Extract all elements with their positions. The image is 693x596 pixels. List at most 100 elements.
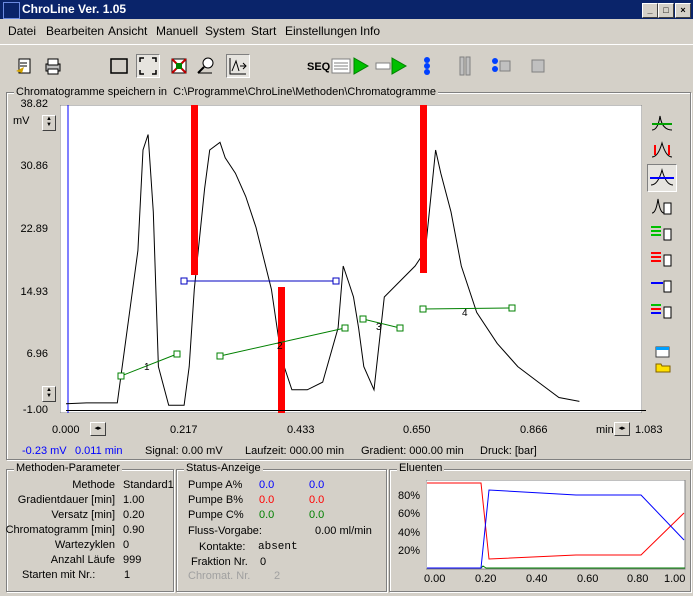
x-tick-label: 1.083 <box>635 424 663 436</box>
peak-delete-icon[interactable] <box>650 195 674 217</box>
chromat-value: 2 <box>274 570 281 582</box>
pump-value-actual: 0.0 <box>259 509 275 521</box>
menu-ansicht[interactable]: Ansicht <box>108 24 147 38</box>
menu-start[interactable]: Start <box>251 24 276 38</box>
pause-icon[interactable] <box>457 55 473 77</box>
blue-line-delete-icon[interactable] <box>650 273 674 295</box>
x-tick-label: 0.866 <box>520 424 548 436</box>
close-button[interactable]: × <box>675 3 691 18</box>
start-run-icon[interactable] <box>374 55 408 77</box>
x-unit-label: min <box>596 424 614 436</box>
pump-label: Pumpe C% <box>188 509 244 521</box>
peak-width-handle <box>180 277 188 285</box>
y-max-spinner[interactable]: ▲ ▼ <box>42 115 56 131</box>
seq-start-icon[interactable] <box>330 55 376 77</box>
eluenten-title: Eluenten <box>397 462 445 474</box>
seq-label: SEQ <box>307 61 331 73</box>
y-min-spinner[interactable]: ▲ ▼ <box>42 386 56 402</box>
eluenten-xtick: 1.00 <box>664 573 686 585</box>
minimize-button[interactable]: _ <box>642 3 658 18</box>
y-tick-label: 14.93 <box>20 286 48 298</box>
save-path-label: Chromatogramme speichern in C:\Programme… <box>14 86 439 98</box>
folder-icon[interactable] <box>655 361 671 373</box>
eluenten-xtick: 0.80 <box>627 573 649 585</box>
y-tick-label: -1.00 <box>22 404 48 416</box>
eluenten-ytick: 20% <box>398 545 421 557</box>
menu-system[interactable]: System <box>205 24 245 38</box>
peak-blue-button[interactable] <box>647 164 677 192</box>
methoden-value: 0.20 <box>123 509 145 521</box>
chromatogram-plot[interactable]: 1 2 3 4 <box>60 105 642 413</box>
y-tick-label: 38.82 <box>20 98 48 110</box>
methoden-value: 0.90 <box>123 524 145 536</box>
fraktion-label: Fraktion Nr. <box>191 556 248 568</box>
peak-label: 4 <box>462 308 468 319</box>
zoom-full-icon[interactable] <box>168 55 190 77</box>
eluenten-xtick: 0.40 <box>526 573 548 585</box>
menu-bearbeiten[interactable]: Bearbeiten <box>46 24 104 38</box>
zoom-frame-icon[interactable] <box>136 54 160 78</box>
stop-icon[interactable] <box>530 55 546 77</box>
peak-green-icon[interactable] <box>650 112 674 134</box>
fluss-label: Fluss-Vorgabe: <box>188 525 262 537</box>
open-file-icon[interactable] <box>14 55 36 77</box>
y-tick-label: 22.89 <box>20 223 48 235</box>
eluenten-xtick: 0.00 <box>424 573 446 585</box>
x-min-spinner[interactable]: ◂▸ <box>90 422 106 436</box>
methoden-value: Standard1 <box>123 479 174 491</box>
cursor-min: 0.011 min <box>75 445 123 457</box>
menu-manuell[interactable]: Manuell <box>156 24 198 38</box>
menu-einstellungen[interactable]: Einstellungen <box>285 24 357 38</box>
all-delete-icon[interactable] <box>650 299 674 321</box>
druck-readout: Druck: [bar] <box>480 445 537 457</box>
peak-label: 1 <box>144 362 150 373</box>
x-tick-label: 0.217 <box>170 424 198 436</box>
window-title: ChroLine Ver. 1.05 <box>22 2 127 16</box>
pump-value-setpoint: 0.0 <box>309 479 325 491</box>
pump-value-actual: 0.0 <box>259 479 275 491</box>
x-tick-label: 0.650 <box>403 424 431 436</box>
menu-bar: Datei Bearbeiten Ansicht Manuell System … <box>0 20 693 40</box>
status-title: Status-Anzeige <box>184 462 263 474</box>
methoden-value: 999 <box>123 554 142 566</box>
zoom-magnifier-icon[interactable] <box>196 55 218 77</box>
peak-width-handle <box>332 277 340 285</box>
y-tick-label: 6.96 <box>26 348 48 360</box>
x-tick-label: 0.000 <box>52 424 80 436</box>
pump-label: Pumpe B% <box>188 494 244 506</box>
menu-datei[interactable]: Datei <box>8 24 36 38</box>
methoden-title: Methoden-Parameter <box>14 462 122 474</box>
peak-label: 2 <box>277 341 283 352</box>
chromat-label: Chromat. Nr. <box>188 570 251 582</box>
green-baseline-delete-icon[interactable] <box>650 221 674 243</box>
methoden-label: Anzahl Läufe <box>50 554 115 566</box>
eluenten-xtick: 0.20 <box>475 573 497 585</box>
pump-value-setpoint: 0.0 <box>309 509 325 521</box>
methoden-label: Gradientdauer [min] <box>17 494 115 506</box>
toolbar: SEQ <box>0 44 693 87</box>
title-bar: ChroLine Ver. 1.05 _ □ × <box>0 0 693 19</box>
fraction-marker <box>420 105 427 273</box>
eluenten-chart <box>426 480 686 570</box>
pump-value-setpoint: 0.0 <box>309 494 325 506</box>
rectangle-view-icon[interactable] <box>108 55 130 77</box>
cursor-mv: -0.23 mV <box>22 445 67 457</box>
eluenten-ytick: 40% <box>398 527 421 539</box>
maximize-button[interactable]: □ <box>658 3 674 18</box>
x-max-spinner[interactable]: ◂▸ <box>614 422 630 436</box>
peak-detect-icon[interactable] <box>226 54 250 78</box>
red-marker-delete-icon[interactable] <box>650 247 674 269</box>
print-icon[interactable] <box>42 55 64 77</box>
x-tick-label: 0.433 <box>287 424 315 436</box>
peak-red-icon[interactable] <box>650 139 674 161</box>
gradient-readout: Gradient: 000.00 min <box>361 445 464 457</box>
laufzeit-readout: Laufzeit: 000.00 min <box>245 445 345 457</box>
methoden-value: 1 <box>124 569 131 581</box>
list-icon[interactable] <box>655 346 671 358</box>
pump-stop-icon[interactable] <box>490 55 512 77</box>
signal-readout: Signal: 0.00 mV <box>145 445 223 457</box>
menu-info[interactable]: Info <box>360 24 380 38</box>
pump-value-actual: 0.0 <box>259 494 275 506</box>
app-icon <box>3 2 20 19</box>
pump-icon[interactable] <box>419 55 435 77</box>
